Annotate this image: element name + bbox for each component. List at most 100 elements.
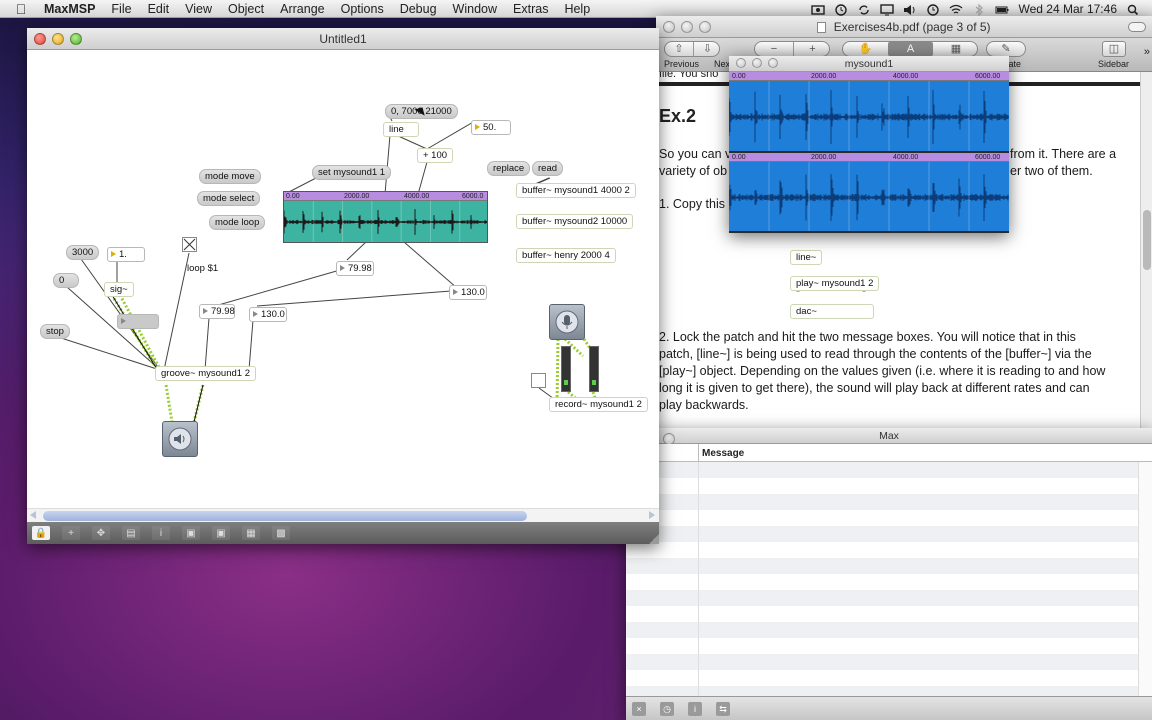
patcher-canvas[interactable]: 0, 7000 21000 line 50. + 100 set mysound… <box>27 50 659 534</box>
menu-object[interactable]: Object <box>220 2 272 16</box>
spotlight-search-icon[interactable] <box>1126 4 1140 15</box>
next-arrow-icon[interactable]: ⇩ <box>693 42 721 56</box>
scroll-right-arrow-icon[interactable] <box>649 511 655 519</box>
previous-arrow-icon[interactable]: ⇧ <box>665 42 693 56</box>
menu-options[interactable]: Options <box>333 2 392 16</box>
message-row[interactable] <box>626 510 1138 526</box>
number-79-98-top[interactable]: 79.98 <box>336 261 374 276</box>
menu-window[interactable]: Window <box>445 2 505 16</box>
message-row[interactable] <box>626 654 1138 670</box>
zoom-icon[interactable] <box>699 21 711 33</box>
line-object[interactable]: line <box>383 122 419 137</box>
msg-set-mysound1[interactable]: set mysound1 1 <box>312 165 392 180</box>
filter-icon[interactable]: ⇆ <box>716 701 730 716</box>
timestamp-icon[interactable]: ◷ <box>660 701 674 716</box>
rect-select-tool-icon[interactable]: ▦ <box>933 42 979 56</box>
time-machine-icon[interactable] <box>834 3 848 16</box>
preview-titlebar[interactable]: Exercises4b.pdf (page 3 of 5) <box>656 16 1152 38</box>
msg-3000[interactable]: 3000 <box>66 245 100 260</box>
close-icon[interactable] <box>34 33 46 45</box>
groove-object[interactable]: groove~ mysound1 2 <box>155 366 256 381</box>
message-row[interactable] <box>626 494 1138 510</box>
msg-mode-loop[interactable]: mode loop <box>209 215 266 230</box>
sidebar-label[interactable]: Sidebar <box>1098 59 1129 69</box>
menu-debug[interactable]: Debug <box>392 2 445 16</box>
toolbar-overflow-icon[interactable]: » <box>1144 46 1150 58</box>
menu-edit[interactable]: Edit <box>140 2 178 16</box>
float-number-50[interactable]: 50. <box>471 120 511 135</box>
previous-label[interactable]: Previous <box>664 59 699 69</box>
message-row[interactable] <box>626 638 1138 654</box>
number-130-left[interactable]: 130.0 <box>249 307 287 322</box>
msg-read[interactable]: read <box>532 161 564 176</box>
display-icon[interactable] <box>880 3 895 15</box>
buffer-mysound1-object[interactable]: buffer~ mysound1 4000 2 <box>516 183 636 198</box>
clear-icon[interactable]: × <box>632 701 646 716</box>
zoom-in-icon[interactable]: + <box>793 42 831 56</box>
max-message-list[interactable] <box>626 462 1152 702</box>
volume-icon[interactable] <box>903 4 917 15</box>
patcher-titlebar[interactable]: Untitled1 <box>27 28 659 50</box>
msg-replace[interactable]: replace <box>487 161 531 176</box>
resize-grip-icon[interactable] <box>649 534 659 544</box>
wifi-icon[interactable] <box>949 4 963 15</box>
apple-menu-icon[interactable]:  <box>8 1 34 17</box>
buffer-henry-object[interactable]: buffer~ henry 2000 4 <box>516 248 616 263</box>
menu-app-name[interactable]: MaxMSP <box>34 2 103 16</box>
minimize-icon[interactable] <box>752 58 762 68</box>
close-icon[interactable] <box>663 21 675 33</box>
new-object-icon[interactable]: + <box>62 526 80 540</box>
number-130-right[interactable]: 130.0 <box>449 285 487 300</box>
menubar-clock[interactable]: Wed 24 Mar 17:46 <box>1018 2 1117 16</box>
message-row[interactable] <box>626 622 1138 638</box>
zoom-icon[interactable] <box>70 33 82 45</box>
preview-scrollbar[interactable] <box>1140 72 1152 428</box>
record-object[interactable]: record~ mysound1 2 <box>549 397 648 412</box>
loop-toggle[interactable] <box>182 237 197 252</box>
minimize-icon[interactable] <box>52 33 64 45</box>
menu-file[interactable]: File <box>103 2 139 16</box>
dac-speaker-button[interactable] <box>162 421 198 457</box>
presentation-mode-icon[interactable]: ▤ <box>122 526 140 540</box>
preview-scroll-thumb[interactable] <box>1143 210 1151 270</box>
inspector-icon[interactable]: i <box>152 526 170 540</box>
menu-arrange[interactable]: Arrange <box>272 2 332 16</box>
hand-tool-icon[interactable]: ✋ <box>843 42 888 56</box>
loop-object[interactable]: loop $1 <box>182 262 223 277</box>
annotate-button[interactable]: ✎ <box>986 41 1026 57</box>
battery-icon[interactable] <box>995 4 1009 15</box>
info-icon[interactable]: i <box>688 701 702 716</box>
message-row[interactable] <box>626 478 1138 494</box>
message-column-header[interactable]: Message <box>702 448 744 459</box>
float-number-1[interactable]: 1. <box>107 247 145 262</box>
msg-0[interactable]: 0 <box>53 273 79 288</box>
close-icon[interactable] <box>736 58 746 68</box>
message-row[interactable] <box>626 542 1138 558</box>
message-row[interactable] <box>626 462 1138 478</box>
snap-to-grid-icon[interactable]: ▩ <box>272 526 290 540</box>
message-row[interactable] <box>626 558 1138 574</box>
buffer-channel-2-waveform[interactable]: 0.00 2000.00 4000.00 6000.00 <box>729 153 1009 233</box>
message-row[interactable] <box>626 670 1138 686</box>
waveform-display[interactable]: 0.00 2000.00 4000.00 6000.0 <box>283 191 488 243</box>
sidebar-button[interactable]: ◫ <box>1102 41 1126 57</box>
menu-help[interactable]: Help <box>556 2 598 16</box>
buffer-mysound2-object[interactable]: buffer~ mysound2 10000 <box>516 214 634 229</box>
send-back-icon[interactable]: ▣ <box>212 526 230 540</box>
bluetooth-icon[interactable] <box>972 3 986 16</box>
menu-view[interactable]: View <box>177 2 220 16</box>
toolbar-toggle-button[interactable] <box>1128 22 1146 32</box>
plus-100-object[interactable]: + 100 <box>417 148 454 163</box>
message-row[interactable] <box>626 606 1138 622</box>
record-toggle[interactable] <box>531 373 546 388</box>
sync-icon[interactable] <box>857 4 871 15</box>
zoom-out-icon[interactable]: − <box>755 42 793 56</box>
screen-record-icon[interactable] <box>811 4 826 15</box>
message-row[interactable] <box>626 590 1138 606</box>
minimize-icon[interactable] <box>681 21 693 33</box>
buffer-channel-1-waveform[interactable]: 0.00 2000.00 4000.00 6000.00 <box>729 72 1009 153</box>
grid-icon[interactable]: ▦ <box>242 526 260 540</box>
msg-stop[interactable]: stop <box>40 324 70 339</box>
patcher-horizontal-scrollbar[interactable] <box>27 508 659 522</box>
object-palette-icon[interactable]: ✥ <box>92 526 110 540</box>
